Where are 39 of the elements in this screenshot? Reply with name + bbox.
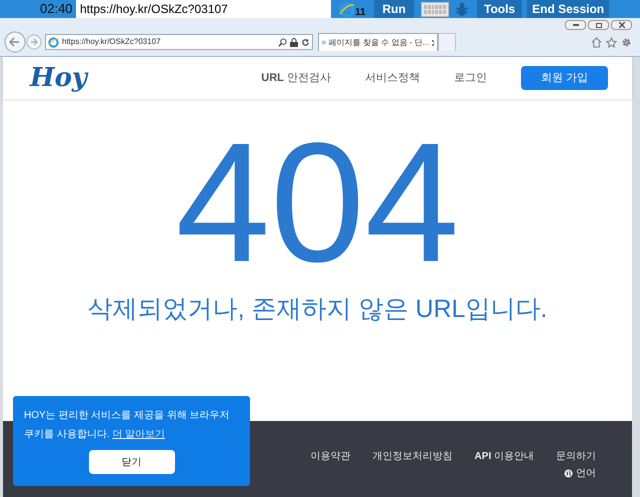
browser-logo-icon: [339, 2, 355, 18]
lock-icon: [290, 38, 298, 46]
footer-link[interactable]: API 이용안내: [474, 449, 534, 464]
url-field[interactable]: https://hoy.kr/OSkZc?03107: [76, 0, 331, 18]
minimize-icon[interactable]: [565, 20, 586, 30]
refresh-icon[interactable]: [301, 38, 310, 46]
learn-more-link[interactable]: 더 알아보기: [112, 429, 166, 440]
tools-button[interactable]: Tools: [477, 0, 522, 18]
address-bar[interactable]: https://hoy.kr/OSkZc?03107: [45, 34, 313, 50]
site-logo[interactable]: Hoy: [30, 58, 88, 98]
globe-icon: [564, 469, 573, 478]
nav-link[interactable]: URL 안전검사: [261, 70, 331, 86]
tab-title: 페이지를 찾을 수 없음 - 단...: [328, 36, 430, 48]
error-message: 삭제되었거나, 존재하지 않은 URL입니다.: [88, 294, 548, 325]
keyboard-icon[interactable]: [421, 2, 449, 16]
session-time: 02:40: [40, 0, 74, 18]
settings-icon[interactable]: [621, 36, 632, 48]
star-icon[interactable]: [606, 36, 617, 48]
nav-link[interactable]: 서비스정책: [364, 70, 420, 86]
error-code: 404: [176, 123, 460, 283]
home-icon[interactable]: [591, 36, 602, 48]
browser-tab[interactable]: 페이지를 찾을 수 없음 - 단...: [318, 33, 438, 51]
language-link[interactable]: 언어: [576, 466, 596, 481]
footer-link[interactable]: 개인정보처리방침: [372, 449, 453, 464]
run-button[interactable]: Run: [374, 0, 414, 18]
search-icon[interactable]: [278, 38, 287, 46]
footer-link[interactable]: 문의하기: [556, 449, 596, 464]
cookie-text: HOY는 편리한 서비스를 제공을 위해 브라우저 쿠키를 사용합니다. 더 알아보기: [24, 409, 231, 442]
nav-link[interactable]: 로그인: [454, 70, 487, 86]
end-session-button[interactable]: End Session: [527, 0, 610, 18]
browser-version: 11: [355, 8, 366, 18]
restore-icon[interactable]: [588, 20, 609, 30]
footer-link[interactable]: 이용약관: [310, 449, 351, 464]
back-icon[interactable]: [4, 31, 26, 53]
forward-icon[interactable]: [26, 34, 42, 50]
signup-button[interactable]: 회원 가입: [520, 66, 608, 90]
address-text: https://hoy.kr/OSkZc?03107: [62, 36, 162, 48]
page-icon: [48, 36, 59, 48]
close-notice-button[interactable]: 닫기: [88, 450, 174, 474]
